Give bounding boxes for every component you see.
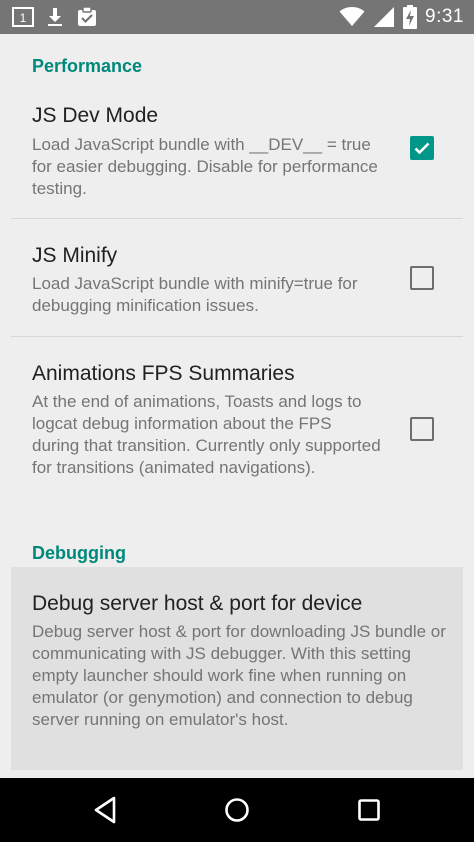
js-minify-checkbox[interactable] <box>410 266 434 290</box>
check-icon <box>414 142 430 155</box>
pref-summary: At the end of animations, Toasts and log… <box>32 392 381 477</box>
battery-charging-icon <box>403 5 418 29</box>
pref-debug-server-host[interactable]: Debug server host & port for device Debu… <box>11 567 463 770</box>
home-button[interactable] <box>219 792 255 828</box>
status-bar-time: 9:31 <box>425 6 464 27</box>
back-icon <box>94 796 116 824</box>
signal-icon <box>373 6 395 28</box>
pref-title: Animations FPS Summaries <box>32 362 295 385</box>
recents-icon <box>358 799 380 821</box>
wifi-icon <box>339 6 365 28</box>
pref-summary: Debug server host & port for downloading… <box>32 622 446 729</box>
download-icon <box>46 6 64 28</box>
pref-title: JS Dev Mode <box>32 104 159 127</box>
home-icon <box>225 798 249 822</box>
status-bar-left: 1 <box>12 6 98 28</box>
navigation-bar <box>0 778 474 842</box>
settings-list[interactable]: Performance JS Dev Mode Load JavaScript … <box>0 34 474 778</box>
notification-badge: 1 <box>20 11 27 25</box>
pref-summary: Load JavaScript bundle with minify=true … <box>32 274 358 315</box>
category-performance: Performance <box>32 56 143 76</box>
status-bar: 1 9:31 <box>0 0 474 34</box>
pref-summary: Load JavaScript bundle with __DEV__ = tr… <box>32 135 378 198</box>
recents-button[interactable] <box>351 792 387 828</box>
js-dev-mode-checkbox[interactable] <box>410 136 434 160</box>
category-debugging: Debugging <box>32 543 126 563</box>
back-button[interactable] <box>87 792 123 828</box>
pref-title: Debug server host & port for device <box>32 592 363 615</box>
clipboard-check-icon <box>76 6 98 28</box>
pref-animations-fps-summaries[interactable]: Animations FPS Summaries At the end of a… <box>11 337 463 517</box>
animations-fps-checkbox[interactable] <box>410 417 434 441</box>
pref-js-dev-mode[interactable]: JS Dev Mode Load JavaScript bundle with … <box>11 94 463 218</box>
pref-js-minify[interactable]: JS Minify Load JavaScript bundle with mi… <box>11 219 463 336</box>
pref-title: JS Minify <box>32 244 118 267</box>
status-bar-right: 9:31 <box>339 5 464 29</box>
notification-icon: 1 <box>12 7 34 27</box>
